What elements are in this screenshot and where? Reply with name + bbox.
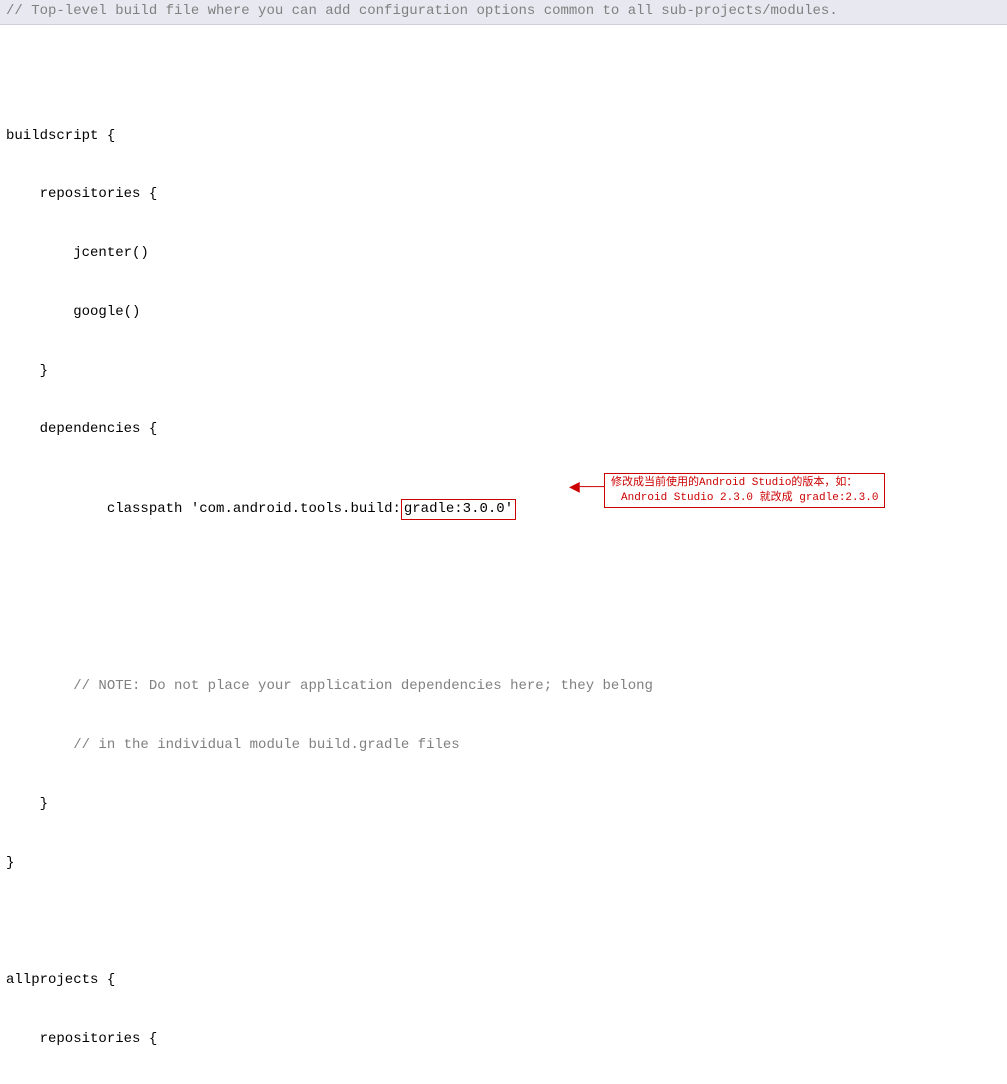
code-line: google() [6,303,1001,323]
annotation-arrow-icon: ◀─── [569,479,605,499]
code-line: repositories { [6,185,1001,205]
code-line: } [6,362,1001,382]
code-comment-line: // in the individual module build.gradle… [6,736,1001,756]
annotation-callout: 修改成当前使用的Android Studio的版本，如： Android Stu… [604,473,885,508]
code-line-classpath: classpath 'com.android.tools.build:gradl… [6,479,1001,579]
classpath-prefix: classpath 'com.android.tools.build: [40,501,401,517]
code-line: buildscript { [6,127,1001,147]
code-editor-content: buildscript { repositories { jcenter() g… [0,25,1007,1084]
blank-line [6,618,1001,638]
code-line: } [6,854,1001,874]
code-line: repositories { [6,1030,1001,1050]
gradle-version-highlight: gradle:3.0.0' [401,499,516,521]
code-comment-line: // NOTE: Do not place your application d… [6,677,1001,697]
annotation-text-line1: 修改成当前使用的Android Studio的版本，如： [611,476,878,490]
blank-line [6,912,1001,932]
annotation-text-line2: Android Studio 2.3.0 就改成 gradle:2.3.0 [611,491,878,505]
blank-line [6,68,1001,88]
code-line: jcenter() [6,244,1001,264]
file-header-comment: // Top-level build file where you can ad… [0,0,1007,25]
code-line: dependencies { [6,420,1001,440]
code-line: } [6,795,1001,815]
code-line: allprojects { [6,971,1001,991]
